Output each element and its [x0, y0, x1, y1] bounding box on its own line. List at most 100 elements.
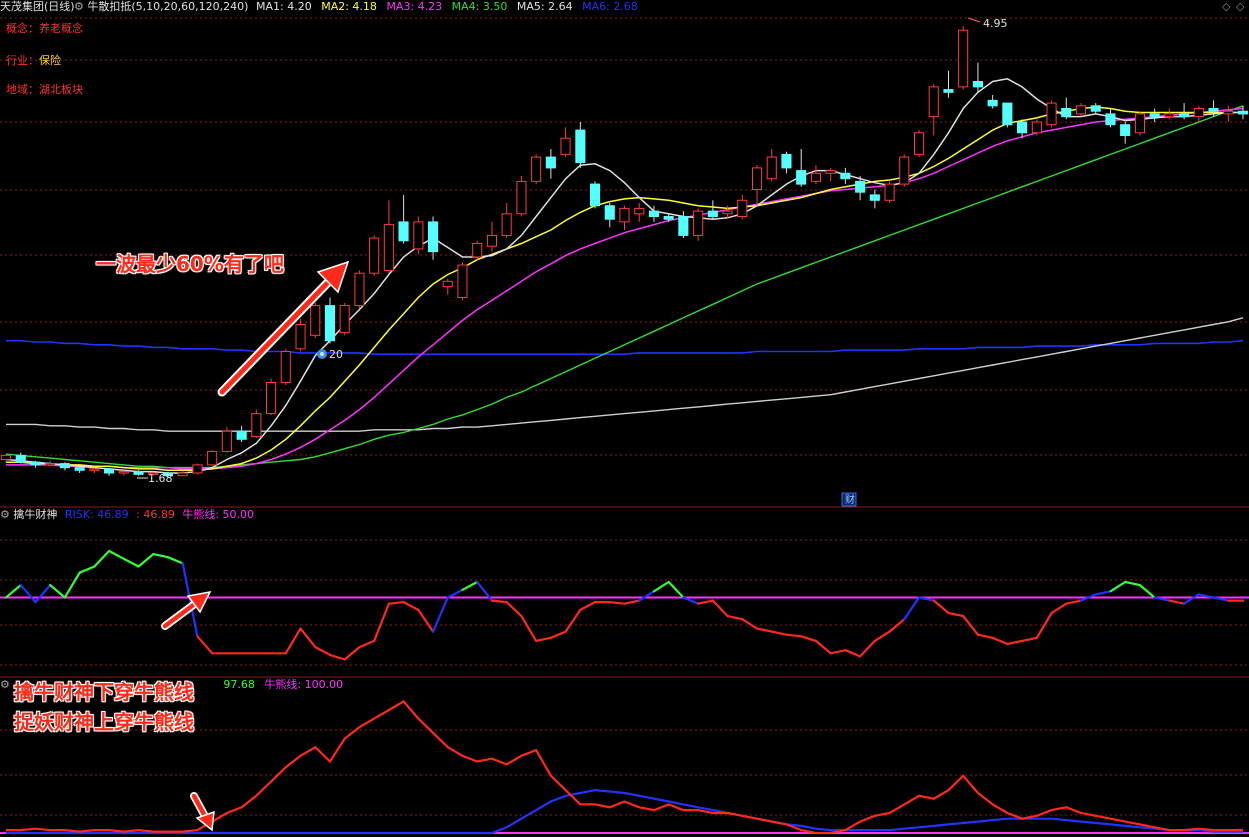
panel3-settings-icon[interactable]: ⚙ [0, 678, 10, 691]
candle-body [1237, 110, 1249, 115]
expand-icon[interactable]: ◇ [1236, 0, 1244, 13]
panel2-settings-icon[interactable]: ⚙ [0, 508, 10, 521]
panel2-bull-bear: 牛熊线: 50.00 [182, 508, 255, 521]
ma6-value: MA6: 2.68 [582, 0, 638, 13]
finance-marker[interactable]: 财 [841, 492, 857, 507]
candle [266, 378, 277, 415]
annotation-cross-up: 捉妖财神上穿牛熊线 [14, 710, 194, 734]
industry-label: 行业： [6, 54, 39, 67]
candle-body [1164, 113, 1175, 118]
candle-body [251, 413, 262, 438]
candle [914, 130, 925, 158]
candle-body [59, 463, 70, 469]
candle-body [486, 234, 497, 247]
candle [369, 235, 380, 276]
candle-body [501, 213, 512, 236]
ma1-value: MA1: 4.20 [256, 0, 312, 13]
candle-body [619, 207, 630, 223]
event-label: 20 [329, 348, 343, 361]
candle [413, 216, 424, 255]
candle-body [457, 264, 468, 299]
candle [899, 154, 910, 187]
concept-tag: 概念：养老概念 [6, 20, 83, 36]
risk-segment [490, 599, 508, 604]
candle-body [1193, 108, 1204, 118]
ma-legend: MA1: 4.20 MA2: 4.18 MA3: 4.23 MA4: 3.50 … [256, 0, 638, 14]
candle-body [413, 221, 424, 250]
candle-body [236, 430, 247, 440]
ma3-value: MA3: 4.23 [386, 0, 443, 13]
candle-body [280, 351, 291, 383]
candle [354, 270, 365, 309]
candle-body [1002, 102, 1013, 126]
collapse-icon[interactable]: ◇ [1222, 0, 1230, 13]
candle-body [722, 210, 733, 215]
candle [207, 450, 218, 467]
candle-body [177, 472, 188, 477]
candle-body [1075, 105, 1087, 115]
candle-body [1179, 113, 1190, 118]
panel2-risk: RISK: 46.89 [64, 508, 129, 521]
candle-body [855, 180, 866, 193]
finance-marker-label: 财 [845, 493, 855, 506]
candle-body [987, 99, 998, 107]
candle-body [1105, 113, 1116, 126]
candle-body [914, 132, 925, 155]
candle [1031, 119, 1042, 136]
panel3-value: 97.68 [223, 678, 255, 691]
indicator-name: 牛散扣抵(5,10,20,60,120,240) [87, 0, 249, 13]
candle-body [737, 199, 748, 218]
candle-body [972, 81, 984, 88]
candle [310, 302, 321, 338]
candle-body [840, 172, 851, 180]
candle-body [604, 205, 615, 220]
ma4-value: MA4: 3.50 [451, 0, 508, 13]
panel3-bull-bear: 牛熊线: 100.00 [264, 678, 344, 691]
candle-body [531, 156, 542, 182]
candle-body [133, 471, 144, 475]
candle-body [796, 170, 807, 185]
ma5-value: MA5: 2.64 [516, 0, 573, 13]
annotation-cross-down: 擒牛财神下穿牛熊线 [14, 680, 194, 704]
indicator-header[interactable]: ⚙ 牛散扣抵(5,10,20,60,120,240) [74, 0, 248, 14]
candle-body [398, 221, 409, 242]
candle-body [1134, 113, 1146, 134]
candle-body [1208, 108, 1219, 112]
candle-body [575, 129, 586, 164]
candle-body [928, 86, 939, 118]
candle [590, 181, 601, 209]
candle-body [45, 463, 56, 466]
period-label: (日线) [44, 0, 75, 13]
candle-body [221, 430, 232, 452]
candle [472, 240, 483, 260]
candle-body [560, 137, 571, 155]
candle [884, 181, 895, 203]
candle-body [648, 210, 660, 218]
region-value: 湖北板块 [39, 83, 83, 96]
candle-body [324, 305, 335, 342]
industry-value: 保险 [39, 54, 61, 67]
candle-body [1120, 124, 1131, 136]
candle [221, 427, 232, 453]
candle [251, 409, 262, 438]
candle-body [192, 464, 203, 474]
candle-body [663, 216, 674, 220]
candle [339, 302, 350, 336]
industry-tag: 行业：保险 [6, 52, 61, 68]
low-price-label: 1.68 [148, 472, 173, 485]
candle-body [1061, 108, 1072, 118]
candle-body [752, 167, 763, 190]
candle-body [383, 224, 394, 272]
ma2-value: MA2: 4.18 [321, 0, 377, 13]
candle-body [0, 454, 12, 460]
indicator-settings-icon[interactable]: ⚙ [74, 0, 84, 13]
candle-body [825, 170, 836, 174]
candle-body [442, 280, 453, 288]
candle-body [1090, 105, 1101, 112]
candle-body [899, 156, 910, 185]
candle-body [339, 305, 350, 334]
candle-body [1149, 113, 1160, 118]
candle-body [810, 172, 822, 182]
candle-body [74, 467, 85, 471]
candle [531, 154, 542, 185]
